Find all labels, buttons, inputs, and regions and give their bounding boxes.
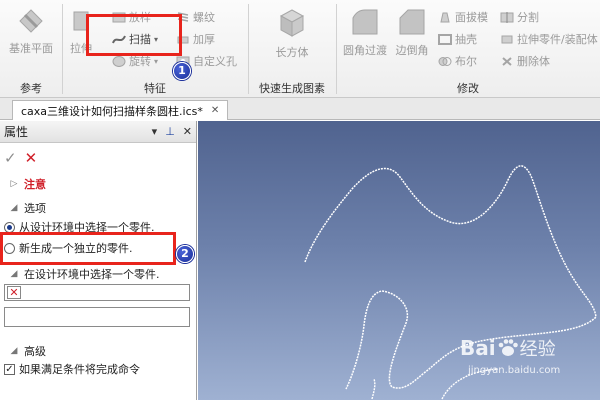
clear-selection-icon[interactable]: ✕ <box>7 286 21 299</box>
action-row: ✓ ✕ <box>0 149 197 167</box>
datum-plane-icon <box>19 9 43 33</box>
box-icon <box>279 9 305 37</box>
notice-label: 注意 <box>24 178 46 191</box>
group-label-features: 特征 <box>144 82 166 95</box>
fillet-button[interactable]: 圆角过渡 <box>340 6 390 58</box>
group-label-reference: 参考 <box>20 82 42 95</box>
advanced-label: 高级 <box>24 345 46 358</box>
rotate-dropdown-icon: ▾ <box>154 56 159 66</box>
split-button[interactable]: 分割 <box>500 9 539 25</box>
watermark-brand-suffix: 经验 <box>519 339 556 360</box>
ok-button[interactable]: ✓ <box>4 149 17 167</box>
fillet-label: 圆角过渡 <box>343 44 387 57</box>
collapse-icon: ◢ <box>10 203 18 213</box>
close-icon[interactable]: ✕ <box>211 105 219 116</box>
part-selection-list[interactable]: ✕ <box>4 284 190 301</box>
select-part-heading: 在设计环境中选择一个零件. <box>24 268 160 281</box>
document-tab[interactable]: caxa三维设计如何扫描样条圆柱.ics* ✕ <box>12 100 229 120</box>
boolean-label: 布尔 <box>455 55 477 68</box>
datum-plane-button[interactable]: 基准平面 <box>6 6 56 56</box>
stretch-part-label: 拉伸零件/装配体 <box>517 33 598 46</box>
dropdown-icon[interactable]: ▾ <box>152 125 158 138</box>
add-thick-label: 加厚 <box>193 33 215 46</box>
stretch-part-icon <box>501 35 513 43</box>
expand-icon: ▷ <box>10 179 18 189</box>
collapse-icon: ◢ <box>10 269 18 279</box>
options-label: 选项 <box>24 202 46 215</box>
stretch-part-button[interactable]: 拉伸零件/装配体 <box>500 31 598 47</box>
delete-body-icon <box>502 56 512 66</box>
option-select-radio[interactable] <box>4 221 15 233</box>
collapse-icon: ◢ <box>10 346 18 356</box>
part-input-field[interactable] <box>4 307 190 327</box>
delete-body-label: 删除体 <box>517 55 550 68</box>
pin-icon[interactable]: ⊥ <box>165 125 175 138</box>
ribbon: 基准平面 参考 拉伸 放样 扫描 ▾ 旋转 ▾ 螺纹 加厚 自定义孔 特征 长方… <box>0 0 600 98</box>
step-badge-2: 2 <box>176 245 194 263</box>
watermark-url: jingyan.baidu.com <box>468 365 561 376</box>
thread-label: 螺纹 <box>193 11 215 24</box>
cancel-button[interactable]: ✕ <box>25 149 38 167</box>
chamfer-icon <box>399 9 425 35</box>
boolean-button[interactable]: 布尔 <box>438 53 477 69</box>
close-icon[interactable]: ✕ <box>183 125 192 138</box>
advanced-section[interactable]: ◢ 高级 <box>0 343 197 359</box>
split-label: 分割 <box>517 11 539 24</box>
custom-hole-label: 自定义孔 <box>193 55 237 68</box>
options-section[interactable]: ◢ 选项 <box>0 200 197 216</box>
box-button[interactable]: 长方体 <box>262 6 322 60</box>
group-label-quick: 快速生成图素 <box>259 82 325 95</box>
shell-button[interactable]: 抽壳 <box>438 31 477 47</box>
draft-label: 面拔模 <box>455 11 488 24</box>
auto-finish-option[interactable]: ✓ 如果满足条件将完成命令 <box>0 361 197 377</box>
3d-viewport[interactable]: Bai 经验 jingyan.baidu.com <box>198 121 600 400</box>
baidu-watermark: Bai 经验 <box>460 335 556 361</box>
box-label: 长方体 <box>275 46 309 59</box>
step-badge-1: 1 <box>173 62 191 80</box>
new-part-highlight-box <box>0 232 176 265</box>
sweep-highlight-box <box>86 14 182 56</box>
fillet-icon <box>352 9 378 35</box>
shell-label: 抽壳 <box>455 33 477 46</box>
draft-icon <box>440 12 450 22</box>
chamfer-button[interactable]: 边倒角 <box>392 6 432 58</box>
chamfer-label: 边倒角 <box>395 44 429 57</box>
auto-finish-label: 如果满足条件将完成命令 <box>19 363 140 376</box>
watermark-brand: Bai <box>460 336 496 360</box>
group-label-modify: 修改 <box>457 82 479 95</box>
auto-finish-checkbox[interactable]: ✓ <box>4 363 15 375</box>
paw-icon <box>498 339 518 356</box>
delete-body-button[interactable]: 删除体 <box>500 53 550 69</box>
document-tab-bar: caxa三维设计如何扫描样条圆柱.ics* ✕ <box>0 98 600 120</box>
split-icon <box>500 11 514 23</box>
panel-title: 属性 <box>4 125 29 139</box>
datum-plane-label: 基准平面 <box>9 42 53 55</box>
select-part-section[interactable]: ◢ 在设计环境中选择一个零件. <box>0 266 197 282</box>
shell-icon <box>438 33 452 45</box>
panel-title-bar: 属性 ▾ ⊥ ✕ <box>0 121 196 143</box>
notice-section[interactable]: ▷ 注意 <box>0 176 197 192</box>
draft-button[interactable]: 面拔模 <box>438 9 488 25</box>
rotate-icon <box>112 55 126 67</box>
document-tab-title: caxa三维设计如何扫描样条圆柱.ics* <box>21 104 203 118</box>
boolean-icon <box>438 56 452 66</box>
